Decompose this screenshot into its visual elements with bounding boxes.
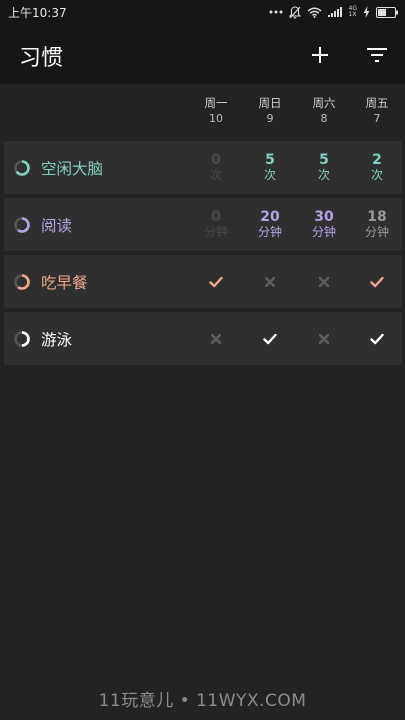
- habit-name: 阅读: [41, 217, 73, 235]
- bell-off-icon: [288, 5, 301, 19]
- weekday-label: 周五: [365, 96, 389, 110]
- habit-value: 30: [314, 209, 334, 225]
- habit-unit: 次: [263, 168, 276, 182]
- habit-day-cell[interactable]: [297, 255, 351, 308]
- more-dots-icon: [269, 9, 283, 15]
- status-time: 上午10:37: [8, 6, 67, 20]
- date-label: 9: [266, 112, 274, 125]
- check-icon: [263, 333, 277, 344]
- habit-day-cell[interactable]: [189, 255, 243, 308]
- network-type-bottom: 1X: [348, 11, 357, 18]
- page-title: 习惯: [19, 46, 64, 71]
- plus-icon: [312, 47, 328, 63]
- habit-ring: [13, 273, 31, 295]
- habit-day-cell[interactable]: [297, 312, 351, 365]
- habit-progress-ring-icon: [14, 217, 30, 233]
- habit-value: 0: [211, 152, 221, 168]
- habit-day-cell[interactable]: 0次: [189, 141, 243, 194]
- habit-day-cell[interactable]: [243, 255, 297, 308]
- habit-value: 0: [211, 209, 221, 225]
- wifi-icon: [307, 7, 322, 18]
- date-label: 8: [320, 112, 328, 125]
- habit-unit: 次: [317, 168, 330, 182]
- habit-row[interactable]: 吃早餐: [4, 255, 402, 308]
- weekday-label: 周六: [312, 96, 336, 110]
- battery-icon: [376, 6, 399, 18]
- habit-day-cell[interactable]: [350, 255, 404, 308]
- habit-name: 游泳: [41, 331, 73, 349]
- network-type-label: 4G 1X: [349, 6, 357, 18]
- habit-ring: [13, 330, 31, 352]
- cross-icon: [319, 333, 329, 344]
- habit-day-cell[interactable]: 5次: [243, 141, 297, 194]
- habit-day-cell[interactable]: 2次: [350, 141, 404, 194]
- habit-value: 5: [265, 152, 275, 168]
- habit-row[interactable]: 游泳: [4, 312, 402, 365]
- habit-value: 18: [367, 209, 387, 225]
- habit-day-cell[interactable]: 0 分钟: [189, 198, 243, 251]
- habit-name: 空闲大脑: [41, 160, 104, 178]
- app-bar: 习惯: [0, 24, 405, 84]
- habit-unit: 次: [370, 168, 383, 182]
- habit-unit: 分钟: [257, 225, 282, 239]
- add-habit-button[interactable]: [305, 40, 335, 70]
- habit-row[interactable]: 阅读 0 分钟 20 分钟 30 分钟 18 分钟: [4, 198, 402, 251]
- habit-unit: 次: [209, 168, 222, 182]
- day-header: 周日 9: [243, 96, 297, 126]
- habit-unit: 分钟: [203, 225, 228, 239]
- habit-day-cell[interactable]: [243, 312, 297, 365]
- habit-day-cell[interactable]: 18 分钟: [350, 198, 404, 251]
- habit-progress-ring-icon: [14, 331, 30, 347]
- day-header: 周五 7: [350, 96, 404, 126]
- habit-progress-ring-icon: [14, 160, 30, 176]
- day-header: 周一 10: [189, 96, 243, 126]
- charging-icon: [363, 6, 370, 18]
- habit-day-cell[interactable]: 20 分钟: [243, 198, 297, 251]
- filter-icon: [367, 48, 387, 62]
- habit-unit: 分钟: [311, 225, 336, 239]
- cross-icon: [319, 276, 329, 287]
- date-label: 7: [373, 112, 381, 125]
- habit-day-cell[interactable]: 30 分钟: [297, 198, 351, 251]
- cross-icon: [211, 333, 221, 344]
- habit-day-cell[interactable]: [350, 312, 404, 365]
- status-icons: 4G 1X: [269, 3, 399, 21]
- check-icon: [370, 276, 384, 287]
- habit-unit: 分钟: [364, 225, 389, 239]
- signal-icon: [327, 6, 343, 18]
- cross-icon: [265, 276, 275, 287]
- weekday-label: 周日: [258, 96, 282, 110]
- habit-day-cell[interactable]: 5次: [297, 141, 351, 194]
- check-icon: [209, 276, 223, 287]
- habit-ring: [13, 216, 31, 238]
- habit-ring: [13, 159, 31, 181]
- habit-progress-ring-icon: [14, 274, 30, 290]
- filter-button[interactable]: [362, 40, 392, 70]
- habit-day-cell[interactable]: [189, 312, 243, 365]
- check-icon: [370, 333, 384, 344]
- day-column-headers: 周一 10 周日 9 周六 8 周五 7: [0, 96, 405, 132]
- habit-value: 5: [319, 152, 329, 168]
- habit-row[interactable]: 空闲大脑 0 次 5 次 5 次 2 次: [4, 141, 402, 194]
- date-label: 10: [209, 112, 223, 125]
- status-bar: 上午10:37 4G 1X: [0, 0, 405, 24]
- habit-value: 20: [260, 209, 280, 225]
- habit-value: 2: [372, 152, 382, 168]
- day-header: 周六 8: [297, 96, 351, 126]
- watermark: 11玩意儿 • 11WYX.COM: [98, 691, 307, 711]
- habit-name: 吃早餐: [41, 274, 88, 292]
- weekday-label: 周一: [204, 96, 228, 110]
